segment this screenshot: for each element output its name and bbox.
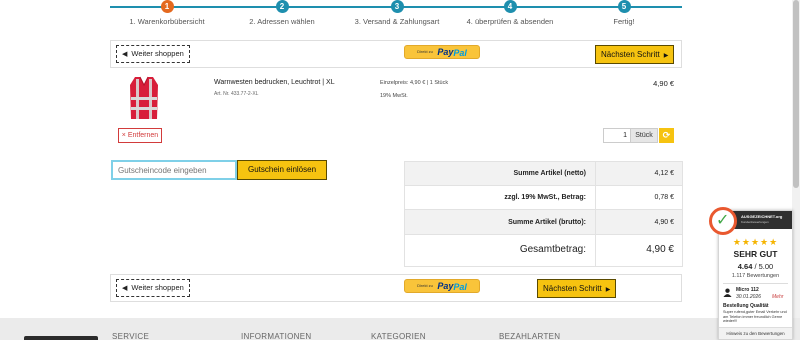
next-step-button[interactable]: Nächsten Schritt ▶ [537,279,617,298]
totals-label: Summe Artikel (netto) [513,170,586,177]
next-step-button[interactable]: Nächsten Schritt ▶ [595,45,675,64]
badge-subtitle: Kundenbewertungen [741,220,769,224]
step-number: 5 [617,0,631,13]
continue-shopping-label: Weiter shoppen [131,283,184,292]
trust-badge-widget[interactable]: AUSGEZEICHNET.org Kundenbewertungen ✓ ★★… [709,207,793,340]
paypal-logo-pay: Pay [437,47,454,57]
checkout-page: 1 1. Warenkorbübersicht 2 2. Adressen wä… [0,0,800,340]
step-number: 2 [275,0,289,13]
totals-label: zzgl. 19% MwSt., Betrag: [504,194,586,201]
checkout-progress: 1 1. Warenkorbübersicht 2 2. Adressen wä… [110,0,682,34]
totals-value: 0,78 € [654,194,674,201]
step-label: Fertig! [613,17,635,26]
reviewer-name: Micro 112 [736,287,759,293]
footer-heading-payment: BEZAHLARTEN [499,332,561,340]
scrollbar-thumb[interactable] [793,0,799,188]
product-total-price: 4,90 € [653,79,674,88]
footer-heading-categories: KATEGORIEN [371,332,426,340]
step-label: 1. Warenkorbübersicht [129,17,205,26]
product-unit-price: Einzelpreis: 4,90 € | 1 Stück [380,80,449,86]
remove-item-button[interactable]: × Entfernen [118,128,162,143]
continue-shopping-button[interactable]: ◀ Weiter shoppen [116,45,190,63]
grand-total-label: Gesamtbetrag: [519,244,586,255]
coupon-code-input[interactable] [111,160,237,180]
product-vat: 19% MwSt. [380,93,408,99]
award-seal-icon: ✓ [709,207,737,235]
review-title: Bestellung Qualität [723,303,769,309]
top-action-bar: ◀ Weiter shoppen Direkt zu PayPal Nächste… [110,40,682,68]
user-icon [723,288,732,297]
step-label: 2. Adressen wählen [249,17,315,26]
product-article-number: Art. Nr. 433.77-2-XL [214,91,259,97]
badge-divider [723,283,788,284]
paypal-prefix: Direkt zu [417,283,433,288]
next-step-label: Nächsten Schritt [601,50,660,59]
step-label: 4. überprüfen & absenden [466,17,554,26]
paypal-logo-pay: Pay [437,281,454,291]
rating-score-max: / 5.00 [752,262,774,271]
rating-score-value: 4.64 [737,262,753,271]
step-number: 3 [390,0,404,13]
footer-heading-information: INFORMATIONEN [241,332,312,340]
reviews-notice-link[interactable]: Hinweis zu den Bewertungen [719,327,792,339]
site-footer: SERVICE INFORMATIONEN KATEGORIEN BEZAHLA… [0,318,800,340]
refresh-icon: ⟳ [662,130,671,140]
redeem-coupon-button[interactable]: Gutschein einlösen [237,160,327,180]
totals-row-gross: Summe Artikel (brutto): 4,90 € [405,210,682,235]
progress-step-5[interactable]: 5 Fertig! [559,0,689,26]
review-date: 30.01.2026 [736,294,762,300]
triangle-right-icon: ▶ [605,287,611,293]
footer-heading-service: SERVICE [112,332,150,340]
triangle-right-icon: ▶ [663,53,669,59]
rating-stars-icon: ★★★★★ [732,237,779,247]
totals-value: 4,90 € [654,219,674,226]
checkmark-icon: ✓ [716,212,730,229]
totals-row-grand-total: Gesamtbetrag: 4,90 € [405,235,682,266]
continue-shopping-button[interactable]: ◀ Weiter shoppen [116,279,190,297]
chevron-left-icon: ◀ [122,285,128,292]
paypal-express-button[interactable]: Direkt zu PayPal [404,279,480,293]
product-title[interactable]: Warnwesten bedrucken, Leuchtrot | XL [214,79,335,86]
grand-total-value: 4,90 € [646,244,674,255]
paypal-logo-pal: Pal [453,48,467,59]
progress-step-4[interactable]: 4 4. überprüfen & absenden [445,0,575,26]
review-more-link[interactable]: Mehr [772,294,783,300]
rating-score: 4.64 / 5.00 [719,262,792,271]
totals-label: Summe Artikel (brutto): [508,219,586,226]
next-step-label: Nächsten Schritt [543,284,602,293]
step-label: 3. Versand & Zahlungsart [354,17,440,26]
progress-step-2[interactable]: 2 2. Adressen wählen [217,0,347,26]
paypal-logo-pal: Pal [453,282,467,293]
paypal-prefix: Direkt zu [417,49,433,54]
progress-step-3[interactable]: 3 3. Versand & Zahlungsart [332,0,462,26]
totals-row-net: Summe Artikel (netto) 4,12 € [405,162,682,186]
paypal-express-button[interactable]: Direkt zu PayPal [404,45,480,59]
progress-step-1[interactable]: 1 1. Warenkorbübersicht [102,0,232,26]
step-number: 4 [503,0,517,13]
refresh-quantity-button[interactable]: ⟳ [659,128,674,143]
order-totals-table: Summe Artikel (netto) 4,12 € zzgl. 19% M… [404,161,683,267]
totals-value: 4,12 € [654,170,674,177]
bottom-action-bar: ◀ Weiter shoppen Direkt zu PayPal Nächste… [110,274,682,302]
footer-logo [24,336,98,340]
product-image-safety-vest[interactable] [127,75,161,121]
badge-brand: AUSGEZEICHNET.org [741,214,783,219]
rating-count: 1.117 Bewertungen [731,273,780,279]
chevron-left-icon: ◀ [122,51,128,58]
totals-row-vat: zzgl. 19% MwSt., Betrag: 0,78 € [405,186,682,210]
continue-shopping-label: Weiter shoppen [131,49,184,58]
quantity-input[interactable]: 1 [603,128,631,143]
page-scrollbar[interactable] [792,0,800,318]
step-number: 1 [160,0,174,13]
quantity-unit: Stück [631,128,658,143]
rating-grade: SEHR GUT [733,249,778,259]
review-text: Super rufend,guter Email Verkehr und am … [723,310,787,324]
